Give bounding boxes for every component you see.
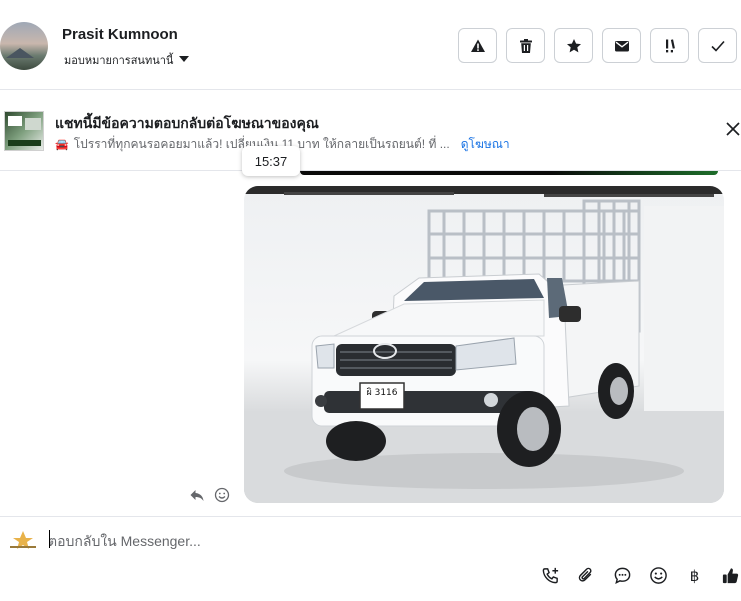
assign-label: มอบหมายการสนทนานี้	[64, 55, 174, 67]
page-logo-icon	[10, 531, 36, 549]
envelope-icon	[614, 40, 629, 51]
react-emoji-icon[interactable]	[214, 487, 230, 503]
emoji-button[interactable]	[648, 565, 669, 586]
contact-name[interactable]: Prasit Kumnoon	[62, 26, 178, 43]
mark-unread-button[interactable]	[602, 28, 641, 63]
composer-toolbar: ฿	[540, 565, 741, 586]
ad-banner-title: แชทนี้มีข้อความตอบกลับต่อโฆษณาของคุณ	[55, 115, 319, 131]
conversation-header: Prasit Kumnoon มอบหมายการสนทนานี้	[0, 0, 741, 90]
star-button[interactable]	[554, 28, 593, 63]
timestamp-tooltip: 15:37	[242, 146, 300, 176]
emoji-icon	[650, 567, 667, 584]
previous-message-bottom	[300, 171, 718, 175]
report-spam-button[interactable]	[458, 28, 497, 63]
delete-button[interactable]	[506, 28, 545, 63]
reply-composer: ฿	[0, 516, 741, 601]
car-emoji-icon: 🚘	[55, 139, 69, 151]
text-cursor	[49, 530, 50, 548]
reply-input[interactable]	[48, 531, 708, 551]
alert-triangle-icon	[470, 39, 485, 52]
contact-avatar[interactable]	[0, 22, 48, 70]
ad-thumbnail[interactable]	[4, 111, 44, 151]
trash-icon	[519, 38, 532, 53]
payment-button[interactable]: ฿	[684, 565, 705, 586]
follow-up-icon	[665, 38, 675, 52]
license-plate-text: ผิ 3116	[366, 387, 397, 398]
like-button[interactable]	[720, 565, 741, 586]
baht-icon: ฿	[689, 566, 700, 585]
assign-conversation-dropdown[interactable]: มอบหมายการสนทนานี้	[64, 51, 190, 69]
thumbs-up-icon	[722, 568, 739, 584]
close-icon[interactable]	[725, 121, 741, 137]
phone-plus-icon	[542, 567, 559, 584]
view-ad-link[interactable]: ดูโฆษณา	[461, 135, 510, 154]
caret-down-icon	[179, 56, 190, 62]
paperclip-icon	[578, 567, 592, 582]
call-add-button[interactable]	[540, 565, 561, 586]
message-hover-tools	[189, 487, 230, 503]
check-icon	[710, 40, 725, 52]
saved-replies-button[interactable]	[612, 565, 633, 586]
reply-icon[interactable]	[189, 487, 205, 503]
chat-bubble-icon	[614, 567, 631, 584]
ad-reply-banner: แชทนี้มีข้อความตอบกลับต่อโฆษณาของคุณ 🚘 โ…	[0, 91, 741, 171]
conversation-actions	[458, 28, 737, 63]
message-image[interactable]: ผิ 3116	[244, 186, 724, 503]
star-icon	[566, 38, 581, 52]
mark-done-button[interactable]	[698, 28, 737, 63]
follow-up-button[interactable]	[650, 28, 689, 63]
attach-button[interactable]	[576, 565, 597, 586]
